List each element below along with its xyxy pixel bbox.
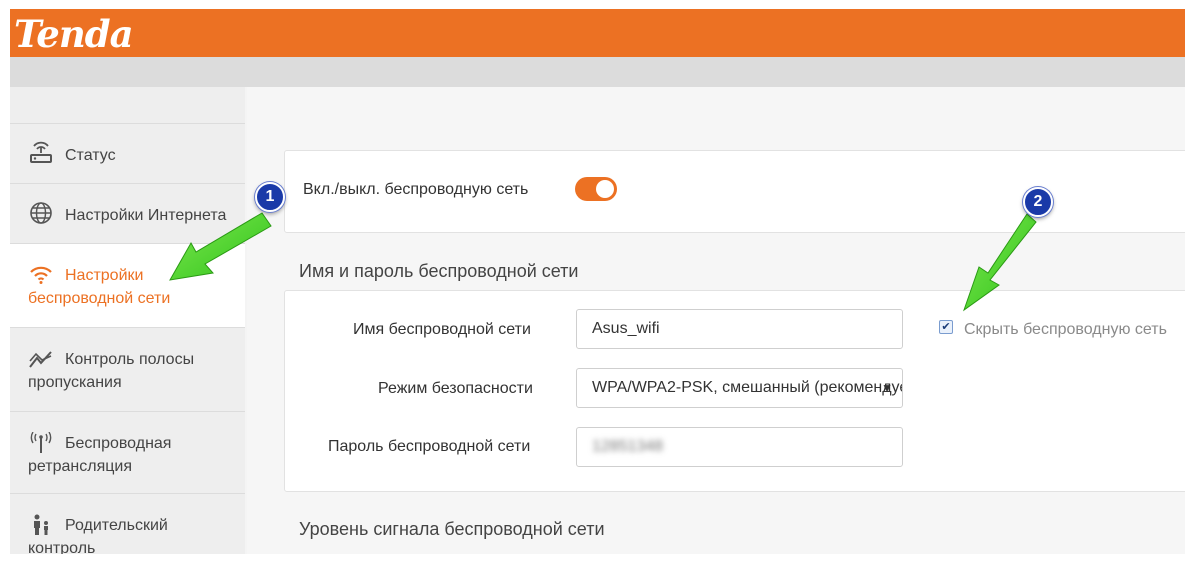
- password-value: 12851348: [592, 438, 664, 455]
- wireless-toggle-label: Вкл./выкл. беспроводную сеть: [303, 181, 529, 198]
- sidebar-item-label-line1: Настройки: [65, 267, 144, 284]
- wifi-icon: [28, 262, 54, 288]
- top-header-bar: Tenda: [10, 9, 1185, 57]
- parental-icon: [28, 512, 54, 538]
- sidebar-item-label-line2: контроль: [28, 540, 96, 554]
- wireless-on-off-toggle[interactable]: [575, 177, 617, 201]
- sidebar-item-label-line1: Беспроводная: [65, 435, 172, 452]
- signal-section-title: Уровень сигнала беспроводной сети: [299, 519, 605, 539]
- bandwidth-chart-icon: [28, 346, 54, 372]
- password-input[interactable]: 12851348: [576, 427, 903, 467]
- toggle-knob: [596, 180, 614, 198]
- sidebar-item-label-line2: ретрансляция: [28, 458, 132, 475]
- security-mode-select[interactable]: WPA/WPA2-PSK, смешанный (рекомендуется) …: [576, 368, 903, 408]
- sidebar-item-label-line1: Контроль полосы: [65, 351, 195, 368]
- sidebar-item-label-line2: беспроводной сети: [28, 290, 171, 307]
- main-content: Вкл./выкл. беспроводную сеть Имя и парол…: [247, 87, 1185, 554]
- sidebar-item-wireless-settings[interactable]: Настройки беспроводной сети: [10, 243, 245, 327]
- security-mode-value: WPA/WPA2-PSK, смешанный (рекомендуется): [592, 379, 903, 396]
- sidebar: Статус Настройки Интернета Настройки бес…: [10, 87, 245, 554]
- ssid-label: Имя беспроводной сети: [353, 321, 531, 338]
- sidebar-item-parental-control[interactable]: Родительский контроль: [10, 493, 245, 554]
- annotation-badge-1: 1: [255, 182, 285, 212]
- tenda-logo: Tenda: [14, 12, 134, 56]
- hide-network-label: Скрыть беспроводную сеть: [964, 321, 1167, 338]
- globe-icon: [28, 200, 54, 226]
- ssid-section-title: Имя и пароль беспроводной сети: [299, 261, 579, 281]
- sidebar-item-wireless-repeater[interactable]: Беспроводная ретрансляция: [10, 411, 245, 493]
- security-mode-label: Режим безопасности: [378, 380, 533, 397]
- wireless-toggle-card: Вкл./выкл. беспроводную сеть: [284, 150, 1185, 233]
- sidebar-item-bandwidth-control[interactable]: Контроль полосы пропускания: [10, 327, 245, 411]
- sub-header-bar: [10, 57, 1185, 87]
- sidebar-item-internet-settings[interactable]: Настройки Интернета: [10, 183, 245, 243]
- sidebar-item-status[interactable]: Статус: [10, 123, 245, 183]
- router-icon: [28, 140, 54, 166]
- router-admin-window: Tenda Статус Настройки Интернета Настрой…: [10, 9, 1185, 554]
- ssid-settings-card: Имя беспроводной сети Asus_wifi ✔ Скрыть…: [284, 290, 1185, 492]
- password-label: Пароль беспроводной сети: [328, 438, 531, 455]
- antenna-icon: [28, 430, 54, 456]
- dropdown-arrow-icon: ▼: [881, 381, 893, 395]
- sidebar-item-label-line2: пропускания: [28, 374, 122, 391]
- sidebar-item-label: Статус: [65, 147, 116, 164]
- annotation-badge-2: 2: [1023, 187, 1053, 217]
- sidebar-item-label-line1: Родительский: [65, 517, 168, 534]
- hide-network-checkbox[interactable]: ✔: [939, 320, 953, 334]
- sidebar-item-label: Настройки Интернета: [65, 207, 227, 224]
- ssid-input[interactable]: Asus_wifi: [576, 309, 903, 349]
